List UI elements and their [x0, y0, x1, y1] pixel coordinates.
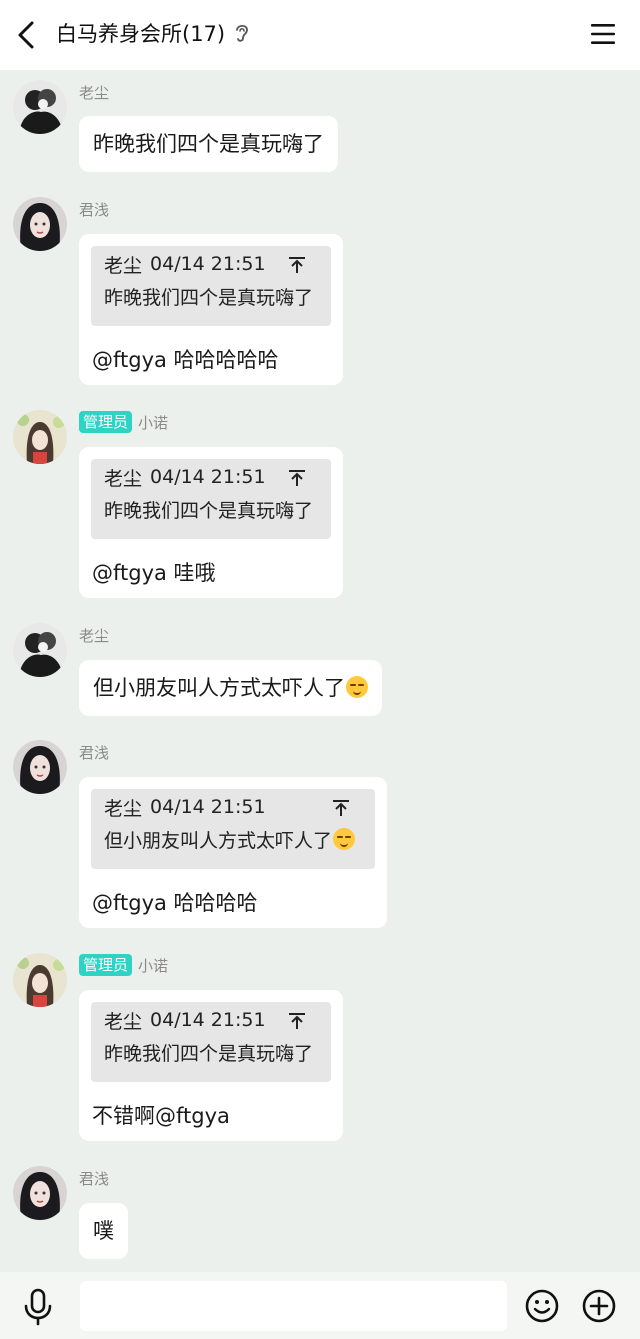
quoted-message[interactable]: 老尘 04/14 21:51 但小朋友叫人方式太吓人了 [91, 789, 375, 869]
message-meta: 君浅 [79, 740, 109, 764]
quoted-message[interactable]: 老尘 04/14 21:51 昨晚我们四个是真玩嗨了 [91, 246, 331, 326]
avatar[interactable] [13, 1166, 67, 1220]
quote-author: 老尘 [104, 797, 143, 820]
message-input[interactable] [80, 1281, 507, 1331]
quote-text: 昨晚我们四个是真玩嗨了 [104, 500, 314, 522]
quote-text: 昨晚我们四个是真玩嗨了 [104, 1043, 314, 1065]
message-text: 但小朋友叫人方式太吓人了 [93, 676, 345, 700]
avatar[interactable] [13, 953, 67, 1007]
message-bubble[interactable]: 老尘 04/14 21:51 但小朋友叫人方式太吓人了 @ftgya 哈哈哈哈 [79, 777, 387, 928]
reply-text: @ftgya 哈哈哈哈 [92, 891, 258, 915]
group-title-area[interactable]: 白马养身会所(17) [56, 18, 251, 48]
message-bubble[interactable]: 噗 [79, 1203, 128, 1259]
avatar[interactable] [13, 623, 67, 677]
quote-time: 04/14 21:51 [150, 796, 266, 818]
sender-name: 君浅 [79, 743, 110, 762]
message-bubble[interactable]: 老尘 04/14 21:51 昨晚我们四个是真玩嗨了 不错啊@ftgya [79, 990, 343, 1141]
chevron-left-icon[interactable] [14, 20, 40, 50]
sender-name: 小诺 [138, 413, 169, 432]
sender-name: 老尘 [79, 83, 110, 102]
message-meta: 管理员 小诺 [79, 953, 168, 977]
sender-name: 君浅 [79, 1169, 110, 1188]
admin-badge: 管理员 [79, 411, 133, 433]
message-text: 昨晚我们四个是真玩嗨了 [93, 132, 324, 156]
smiley-icon[interactable] [525, 1289, 559, 1323]
message-bubble[interactable]: 昨晚我们四个是真玩嗨了 [79, 116, 338, 172]
message-bubble[interactable]: 老尘 04/14 21:51 昨晚我们四个是真玩嗨了 @ftgya 哈哈哈哈哈 [79, 234, 343, 385]
jump-to-original-icon[interactable] [332, 799, 350, 817]
message-meta: 老尘 [79, 80, 109, 104]
admin-badge: 管理员 [79, 954, 133, 976]
jump-to-original-icon[interactable] [288, 1012, 306, 1030]
quote-time: 04/14 21:51 [150, 466, 266, 488]
jump-to-original-icon[interactable] [288, 256, 306, 274]
message-meta: 管理员 小诺 [79, 410, 168, 434]
quote-time: 04/14 21:51 [150, 1009, 266, 1031]
message-bubble[interactable]: 但小朋友叫人方式太吓人了 [79, 660, 382, 716]
reply-text: @ftgya 哇哦 [92, 561, 216, 585]
avatar[interactable] [13, 80, 67, 134]
plus-circle-icon[interactable] [582, 1289, 616, 1323]
jump-to-original-icon[interactable] [288, 469, 306, 487]
quoted-message[interactable]: 老尘 04/14 21:51 昨晚我们四个是真玩嗨了 [91, 1002, 331, 1082]
quote-text-row: 但小朋友叫人方式太吓人了 [104, 825, 362, 857]
quote-text: 昨晚我们四个是真玩嗨了 [104, 287, 314, 309]
sender-name: 小诺 [138, 956, 169, 975]
relieved-face-emoji [333, 828, 356, 850]
avatar[interactable] [13, 740, 67, 794]
quote-time: 04/14 21:51 [150, 253, 266, 275]
quote-author: 老尘 [104, 1010, 143, 1033]
avatar[interactable] [13, 410, 67, 464]
microphone-icon[interactable] [22, 1288, 54, 1326]
message-meta: 君浅 [79, 1166, 109, 1190]
input-bar [0, 1272, 640, 1339]
relieved-face-emoji [346, 676, 368, 698]
message-bubble[interactable]: 老尘 04/14 21:51 昨晚我们四个是真玩嗨了 @ftgya 哇哦 [79, 447, 343, 598]
reply-text: 不错啊@ftgya [92, 1104, 230, 1128]
message-text: 噗 [93, 1219, 114, 1243]
quote-author: 老尘 [104, 467, 143, 490]
sender-name: 君浅 [79, 200, 110, 219]
quote-text: 但小朋友叫人方式太吓人了 [104, 830, 333, 852]
avatar[interactable] [13, 197, 67, 251]
quote-author: 老尘 [104, 254, 143, 277]
reply-text: @ftgya 哈哈哈哈哈 [92, 348, 279, 372]
message-meta: 老尘 [79, 623, 109, 647]
group-title: 白马养身会所(17) [56, 22, 226, 46]
chat-header: 白马养身会所(17) [0, 0, 640, 70]
quoted-message[interactable]: 老尘 04/14 21:51 昨晚我们四个是真玩嗨了 [91, 459, 331, 539]
hamburger-menu-icon[interactable] [590, 22, 616, 46]
message-meta: 君浅 [79, 197, 109, 221]
sender-name: 老尘 [79, 626, 110, 645]
ear-icon [236, 24, 249, 42]
